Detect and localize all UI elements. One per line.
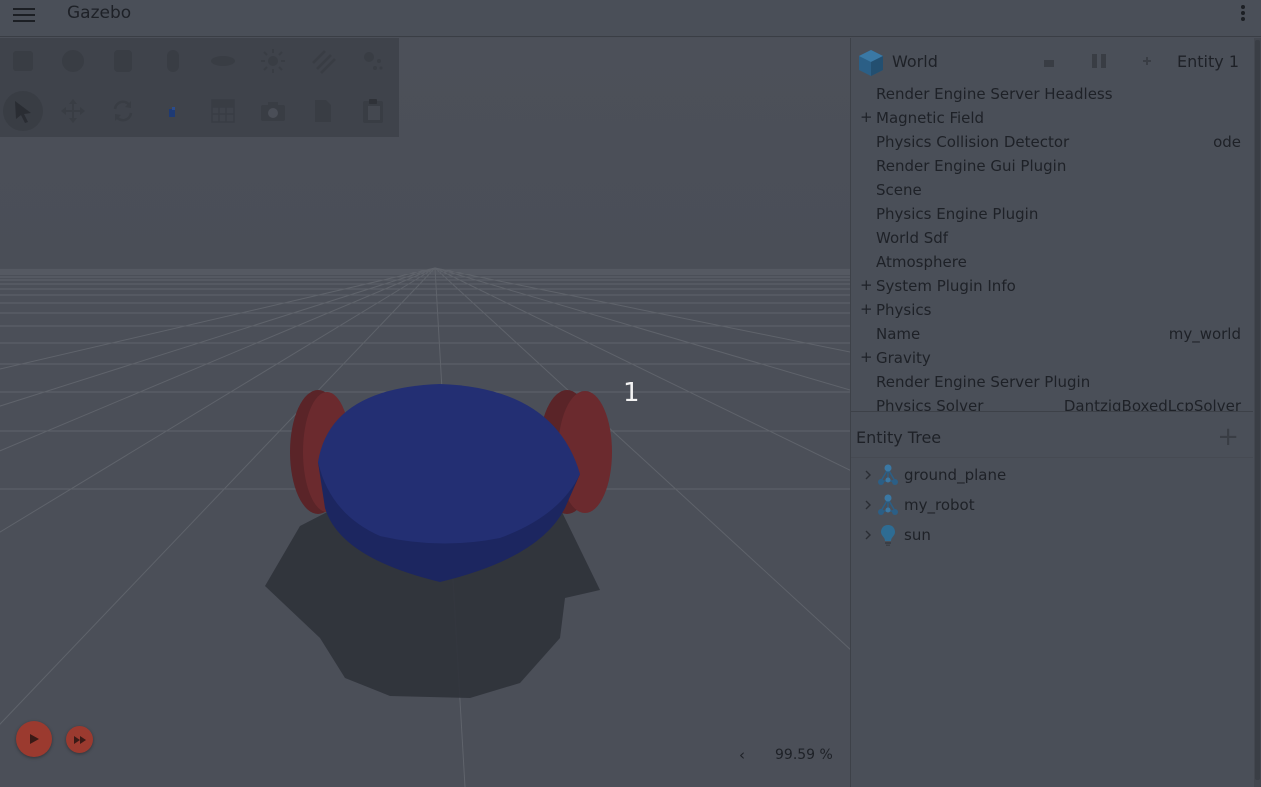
component-row[interactable]: + Magnetic Field [851, 106, 1253, 130]
entity-tree-item-my-robot[interactable]: my_robot [851, 490, 1253, 520]
component-row[interactable]: Render Engine Server Plugin [851, 370, 1253, 394]
directional-light-icon[interactable] [253, 41, 293, 81]
component-row[interactable]: Physics Collision Detector ode [851, 130, 1253, 154]
grid-config-icon[interactable] [203, 91, 243, 131]
camera-screenshot-icon[interactable] [253, 91, 293, 131]
capsule-icon[interactable] [153, 41, 193, 81]
component-label: Atmosphere [876, 253, 967, 271]
component-label: Name [876, 325, 921, 343]
component-inspector-header: World Entity 1 [851, 44, 1253, 80]
entity-tree-label: sun [904, 526, 931, 544]
chevron-right-icon[interactable] [863, 467, 873, 481]
component-row[interactable]: + Physics [851, 298, 1253, 322]
component-label: Render Engine Gui Plugin [876, 157, 1067, 175]
box-icon[interactable] [3, 41, 43, 81]
entity-tree-item-sun[interactable]: sun [851, 520, 1253, 550]
add-entity-button[interactable]: + [1217, 422, 1239, 452]
scene-render [0, 38, 850, 787]
transform-control-icon[interactable] [153, 91, 193, 131]
component-row[interactable]: + Gravity [851, 346, 1253, 370]
component-label: Physics Solver [876, 397, 984, 412]
entity-id-overlay: 1 [623, 378, 640, 408]
component-label: Scene [876, 181, 922, 199]
title-bar: Gazebo [0, 0, 1261, 37]
light-bulb-icon [876, 523, 900, 547]
component-list: Render Engine Server Headless + Magnetic F… [851, 82, 1253, 412]
select-arrow-icon[interactable] [3, 91, 43, 131]
scene-3d-viewport[interactable] [0, 38, 850, 787]
component-row[interactable]: Scene [851, 178, 1253, 202]
chevron-right-icon[interactable] [863, 497, 873, 511]
point-light-icon[interactable] [353, 41, 393, 81]
component-row[interactable]: Physics Solver DantzigBoxedLcpSolver [851, 394, 1253, 412]
add-component-icon[interactable] [1137, 51, 1157, 71]
expand-plus-icon[interactable]: + [860, 348, 873, 366]
chevron-right-icon[interactable] [863, 527, 873, 541]
model-icon [876, 493, 900, 517]
world-cube-icon [859, 50, 883, 76]
paste-icon[interactable] [353, 91, 393, 131]
step-button[interactable] [66, 726, 93, 753]
component-row[interactable]: World Sdf [851, 226, 1253, 250]
component-label: Physics [876, 301, 932, 319]
play-button[interactable] [16, 721, 52, 757]
more-vert-icon[interactable] [1236, 3, 1250, 25]
entity-tree-divider [851, 457, 1253, 458]
entity-tree-title: Entity Tree [856, 428, 942, 447]
fast-forward-icon [73, 735, 86, 744]
component-label: Gravity [876, 349, 931, 367]
component-row[interactable]: + System Plugin Info [851, 274, 1253, 298]
component-label: Physics Engine Plugin [876, 205, 1039, 223]
pause-icon[interactable] [1089, 51, 1109, 71]
rtf-collapse-toggle[interactable]: ‹ [739, 746, 753, 764]
entity-id-label: Entity 1 [1177, 52, 1239, 71]
spot-light-icon[interactable] [303, 41, 343, 81]
component-label: System Plugin Info [876, 277, 1016, 295]
component-label: Render Engine Server Headless [876, 85, 1113, 103]
app-title: Gazebo [67, 3, 132, 23]
component-value: my_world [1168, 325, 1241, 343]
expand-plus-icon[interactable]: + [860, 300, 873, 318]
entity-tree-label: my_robot [904, 496, 975, 514]
component-label: World Sdf [876, 229, 949, 247]
real-time-factor: 99.59 % [775, 747, 833, 763]
copy-icon[interactable] [303, 91, 343, 131]
component-label: Physics Collision Detector [876, 133, 1070, 151]
component-row[interactable]: Name my_world [851, 322, 1253, 346]
component-row[interactable]: Atmosphere [851, 250, 1253, 274]
hamburger-menu-icon[interactable] [13, 5, 35, 25]
play-icon [30, 734, 39, 744]
panel-scrollbar-thumb[interactable] [1255, 40, 1260, 780]
component-row[interactable]: Render Engine Gui Plugin [851, 154, 1253, 178]
component-value: ode [1213, 133, 1241, 151]
expand-plus-icon[interactable]: + [860, 276, 873, 294]
entity-tree-item-ground-plane[interactable]: ground_plane [851, 460, 1253, 490]
model-icon [876, 463, 900, 487]
component-row[interactable]: Render Engine Server Headless [851, 82, 1253, 106]
entity-tree-header: Entity Tree + [851, 422, 1253, 454]
component-value: DantzigBoxedLcpSolver [1063, 397, 1241, 412]
rotate-icon[interactable] [103, 91, 143, 131]
lock-icon[interactable] [1039, 51, 1059, 71]
entity-tree-label: ground_plane [904, 466, 1007, 484]
entity-name: World [892, 52, 938, 71]
component-row[interactable]: Physics Engine Plugin [851, 202, 1253, 226]
shapes-toolbar [0, 38, 399, 137]
expand-plus-icon[interactable]: + [860, 108, 873, 126]
translate-icon[interactable] [53, 91, 93, 131]
sphere-icon[interactable] [53, 41, 93, 81]
component-label: Render Engine Server Plugin [876, 373, 1091, 391]
cylinder-icon[interactable] [103, 41, 143, 81]
panel-divider [851, 411, 1253, 412]
ellipsoid-icon[interactable] [203, 41, 243, 81]
component-label: Magnetic Field [876, 109, 985, 127]
